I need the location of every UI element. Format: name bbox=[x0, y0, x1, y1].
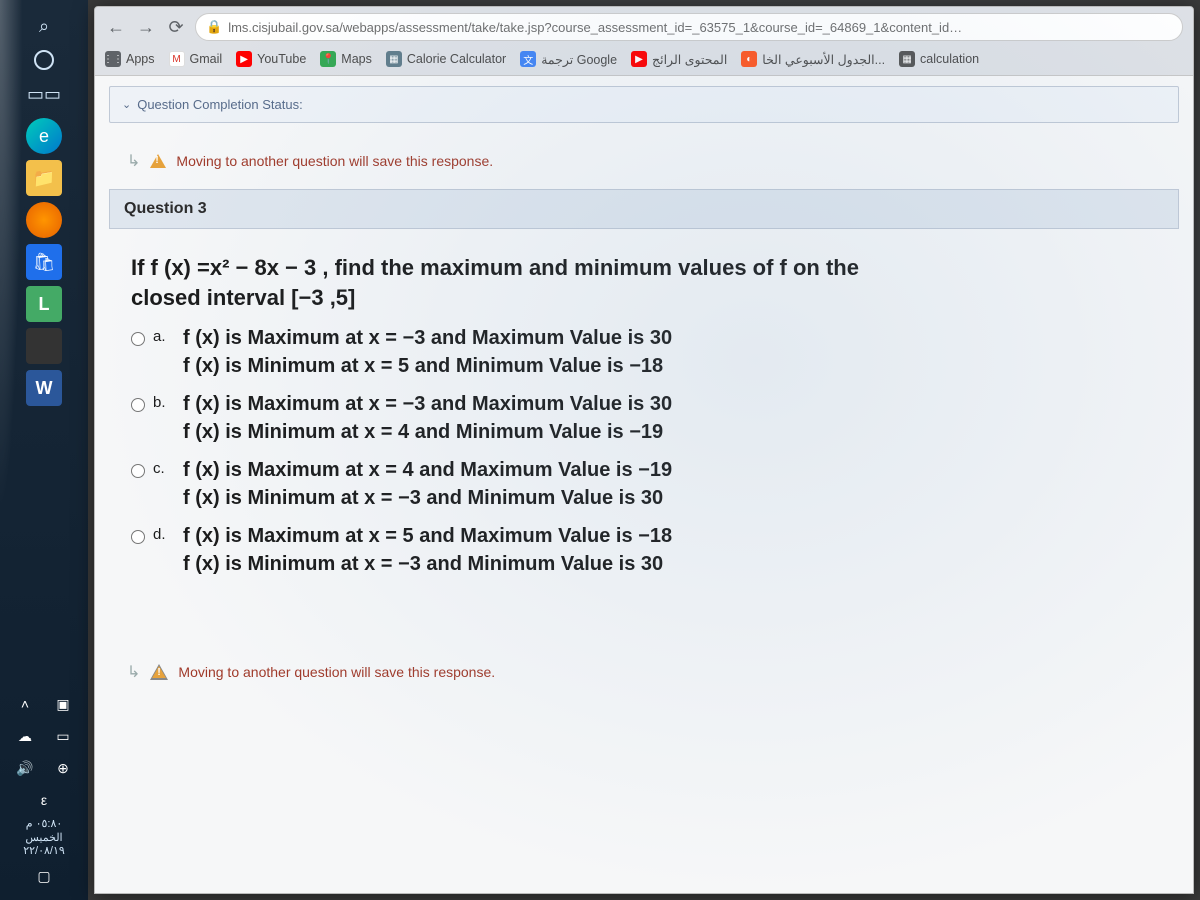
apps-button[interactable]: ⋮⋮ Apps bbox=[105, 51, 155, 67]
bookmark-label: YouTube bbox=[257, 52, 306, 66]
save-notice-bottom: ↳ Moving to another question will save t… bbox=[109, 662, 1179, 682]
bookmark-label: Maps bbox=[341, 52, 372, 66]
option-letter: b. bbox=[153, 390, 175, 411]
address-bar[interactable]: 🔒 lms.cisjubail.gov.sa/webapps/assessmen… bbox=[195, 13, 1183, 41]
bookmark-calorie[interactable]: ▦ Calorie Calculator bbox=[386, 51, 506, 67]
bookmark-label: الجدول الأسبوعي الخا... bbox=[762, 52, 885, 67]
edge-icon[interactable]: e bbox=[26, 118, 62, 154]
back-button[interactable]: ← bbox=[105, 16, 127, 38]
explorer-icon[interactable]: 📁 bbox=[26, 160, 62, 196]
stem-line: closed interval [−3 ,5] bbox=[131, 283, 1157, 313]
option-line: f (x) is Minimum at x = 5 and Minimum Va… bbox=[183, 352, 672, 380]
clock-time: ٠٥:٨٠ م bbox=[23, 818, 65, 831]
radio-b[interactable] bbox=[131, 398, 145, 412]
calculator-icon: ▦ bbox=[386, 51, 402, 67]
question-stem: If f (x) =x² − 8x − 3 , find the maximum… bbox=[131, 253, 1157, 312]
clock-day: الخميس bbox=[23, 832, 65, 845]
status-label: Question Completion Status: bbox=[137, 97, 302, 112]
radio-d[interactable] bbox=[131, 530, 145, 544]
option-line: f (x) is Maximum at x = −3 and Maximum V… bbox=[183, 390, 672, 418]
option-a[interactable]: a. f (x) is Maximum at x = −3 and Maximu… bbox=[131, 324, 1157, 380]
question-body: If f (x) =x² − 8x − 3 , find the maximum… bbox=[109, 229, 1179, 602]
question-header: Question 3 bbox=[109, 189, 1179, 229]
stem-line: If f (x) =x² − 8x − 3 , find the maximum… bbox=[131, 253, 1157, 283]
option-line: f (x) is Minimum at x = 4 and Minimum Va… bbox=[183, 418, 672, 446]
youtube-icon: ▶ bbox=[631, 51, 647, 67]
option-b[interactable]: b. f (x) is Maximum at x = −3 and Maximu… bbox=[131, 390, 1157, 446]
arrow-icon: ↳ bbox=[127, 662, 140, 682]
bookmark-youtube[interactable]: ▶ YouTube bbox=[236, 51, 306, 67]
app-icon-dark[interactable] bbox=[26, 328, 62, 364]
action-center-icon[interactable]: ▢ bbox=[30, 862, 58, 890]
bookmark-calculation[interactable]: ▦ calculation bbox=[899, 51, 979, 67]
option-line: f (x) is Minimum at x = −3 and Minimum V… bbox=[183, 550, 672, 578]
option-line: f (x) is Minimum at x = −3 and Minimum V… bbox=[183, 484, 672, 512]
arrow-icon: ↳ bbox=[127, 151, 140, 171]
chevron-down-icon: ⌄ bbox=[122, 98, 131, 111]
search-icon[interactable]: ⌕ bbox=[26, 8, 62, 44]
radio-c[interactable] bbox=[131, 464, 145, 478]
option-d[interactable]: d. f (x) is Maximum at x = 5 and Maximum… bbox=[131, 522, 1157, 578]
maps-icon: 📍 bbox=[320, 51, 336, 67]
language-indicator[interactable]: ε bbox=[30, 786, 58, 814]
reload-button[interactable]: ⟳ bbox=[165, 16, 187, 38]
option-c[interactable]: c. f (x) is Maximum at x = 4 and Maximum… bbox=[131, 456, 1157, 512]
gmail-icon: M bbox=[169, 51, 185, 67]
security-icon[interactable]: ▭ bbox=[49, 722, 77, 750]
clock-date: ٢٢/٠٨/١٩ bbox=[23, 845, 65, 858]
option-line: f (x) is Maximum at x = 4 and Maximum Va… bbox=[183, 456, 672, 484]
bookmark-google-translate[interactable]: 文 ترجمة Google bbox=[520, 51, 617, 67]
onedrive-icon[interactable]: ☁ bbox=[11, 722, 39, 750]
option-line: f (x) is Maximum at x = −3 and Maximum V… bbox=[183, 324, 672, 352]
bookmarks-bar: ⋮⋮ Apps M Gmail ▶ YouTube 📍 Maps ▦ Ca bbox=[95, 47, 1193, 76]
youtube-icon: ▶ bbox=[236, 51, 252, 67]
notice-text: Moving to another question will save thi… bbox=[178, 664, 495, 680]
taskview-icon[interactable]: ▭▭ bbox=[26, 76, 62, 112]
bookmark-trending[interactable]: ▶ المحتوى الرائج bbox=[631, 51, 727, 67]
option-letter: c. bbox=[153, 456, 175, 477]
notice-text: Moving to another question will save thi… bbox=[176, 153, 493, 169]
warning-icon bbox=[150, 664, 168, 680]
options-group: a. f (x) is Maximum at x = −3 and Maximu… bbox=[131, 324, 1157, 578]
site-icon: ▦ bbox=[899, 51, 915, 67]
bookmark-label: Gmail bbox=[190, 52, 223, 66]
bookmark-gmail[interactable]: M Gmail bbox=[169, 51, 223, 67]
firefox-icon[interactable] bbox=[26, 202, 62, 238]
save-notice-top: ↳ Moving to another question will save t… bbox=[109, 151, 1179, 171]
site-icon: ◐ bbox=[741, 51, 757, 67]
option-line: f (x) is Maximum at x = 5 and Maximum Va… bbox=[183, 522, 672, 550]
store-icon[interactable]: 🛍 bbox=[26, 244, 62, 280]
bookmark-label: Calorie Calculator bbox=[407, 52, 506, 66]
bookmark-maps[interactable]: 📍 Maps bbox=[320, 51, 372, 67]
bookmark-label: ترجمة Google bbox=[541, 52, 617, 67]
question-label: Question 3 bbox=[124, 200, 207, 217]
page-content: ⌄ Question Completion Status: ↳ Moving t… bbox=[95, 76, 1193, 893]
url-text: lms.cisjubail.gov.sa/webapps/assessment/… bbox=[228, 20, 962, 35]
battery-icon[interactable]: ▣ bbox=[49, 690, 77, 718]
app-icon-l[interactable]: L bbox=[26, 286, 62, 322]
address-row: ← → ⟳ 🔒 lms.cisjubail.gov.sa/webapps/ass… bbox=[95, 7, 1193, 47]
volume-icon[interactable]: 🔊 bbox=[11, 754, 39, 782]
bookmark-label: Apps bbox=[126, 52, 155, 66]
taskbar-clock[interactable]: ٠٥:٨٠ م الخميس ٢٢/٠٨/١٩ bbox=[23, 818, 65, 858]
cortana-icon[interactable] bbox=[34, 50, 54, 70]
apps-icon: ⋮⋮ bbox=[105, 51, 121, 67]
question-completion-status[interactable]: ⌄ Question Completion Status: bbox=[109, 86, 1179, 123]
lock-icon: 🔒 bbox=[206, 19, 222, 35]
option-letter: d. bbox=[153, 522, 175, 543]
option-letter: a. bbox=[153, 324, 175, 345]
word-icon[interactable]: W bbox=[26, 370, 62, 406]
translate-icon: 文 bbox=[520, 51, 536, 67]
radio-a[interactable] bbox=[131, 332, 145, 346]
forward-button[interactable]: → bbox=[135, 16, 157, 38]
taskbar: ⌕ ▭▭ e 📁 🛍 L W ˄ ▣ ☁ ▭ 🔊 ⊕ ε ٠٥:٨٠ م bbox=[0, 0, 88, 900]
bookmark-label: calculation bbox=[920, 52, 979, 66]
warning-icon bbox=[150, 154, 166, 168]
bookmark-weekly-schedule[interactable]: ◐ الجدول الأسبوعي الخا... bbox=[741, 51, 885, 67]
bookmark-label: المحتوى الرائج bbox=[652, 52, 727, 67]
browser-window: ← → ⟳ 🔒 lms.cisjubail.gov.sa/webapps/ass… bbox=[94, 6, 1194, 894]
wifi-icon[interactable]: ⊕ bbox=[49, 754, 77, 782]
tray-chevron-icon[interactable]: ˄ bbox=[11, 690, 39, 718]
